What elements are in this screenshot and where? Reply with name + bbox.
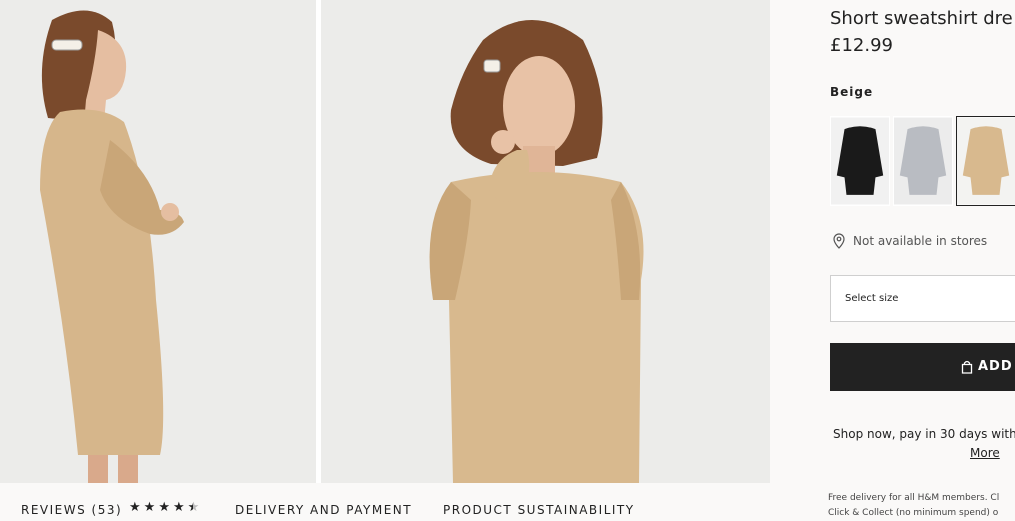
product-title: Short sweatshirt dre <box>830 8 1013 29</box>
product-price: £12.99 <box>830 35 893 56</box>
color-swatches <box>830 116 1015 206</box>
product-details-panel: Short sweatshirt dre £12.99 Beige Not av… <box>770 0 1015 518</box>
swatch-beige[interactable] <box>956 116 1015 206</box>
delivery-note-line-2: Click & Collect (no minimum spend) o <box>828 508 999 518</box>
shopping-bag-icon <box>961 360 973 374</box>
black-dress-thumbnail <box>831 117 889 205</box>
add-to-bag-button[interactable]: ADD <box>830 343 1015 391</box>
half-star-icon: ★ ★ <box>187 500 200 515</box>
product-info-tabs: REVIEWS (53) ★ ★ ★ ★ ★ ★ DELIVERY AND PA… <box>0 483 770 517</box>
size-select[interactable]: Select size <box>830 275 1015 322</box>
star-icon: ★ <box>129 500 141 515</box>
size-select-placeholder: Select size <box>845 293 899 304</box>
store-availability[interactable]: Not available in stores <box>833 233 987 249</box>
product-image-side[interactable] <box>0 0 316 483</box>
product-image-front[interactable] <box>321 0 770 483</box>
grey-dress-thumbnail <box>894 117 952 205</box>
swatch-black[interactable] <box>830 116 890 206</box>
selected-color-label: Beige <box>830 85 874 99</box>
star-icon: ★ <box>158 500 170 515</box>
product-gallery <box>0 0 770 483</box>
store-availability-text: Not available in stores <box>853 234 988 248</box>
beige-dress-thumbnail <box>957 117 1015 205</box>
delivery-note-line-1: Free delivery for all H&M members. Cl <box>828 493 1000 503</box>
star-icon: ★ <box>172 500 185 515</box>
pay-later-more-link[interactable]: More <box>970 446 1000 460</box>
add-button-label: ADD <box>978 359 1013 374</box>
location-pin-icon <box>833 233 845 249</box>
pay-later-text: Shop now, pay in 30 days with <box>833 427 1015 441</box>
swatch-grey[interactable] <box>893 116 953 206</box>
star-icon: ★ <box>143 500 156 515</box>
model-side-illustration <box>0 0 316 483</box>
model-front-illustration <box>321 0 770 483</box>
delivery-note: Free delivery for all H&M members. Cl Cl… <box>828 491 999 521</box>
rating-stars[interactable]: ★ ★ ★ ★ ★ ★ <box>129 500 199 515</box>
